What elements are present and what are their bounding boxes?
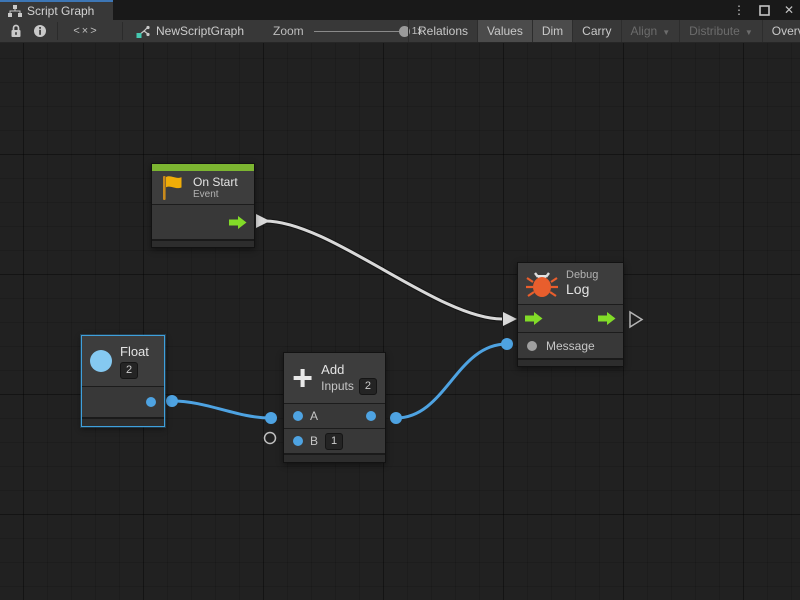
flow-output-hint-triangle[interactable]	[630, 312, 642, 327]
node-title: Log	[566, 281, 598, 298]
wire-control-start-arrow	[256, 214, 270, 228]
code-view-icon[interactable]: <×>	[66, 20, 106, 42]
value-output-port[interactable]	[366, 411, 376, 421]
message-input-port[interactable]	[527, 341, 537, 351]
dim-button[interactable]: Dim	[532, 20, 572, 42]
wires-layer	[0, 43, 800, 600]
graph-asset-chip[interactable]: NewScriptGraph	[136, 20, 244, 42]
chevron-down-icon: ▼	[662, 28, 670, 37]
wire-endpoint-dot	[390, 412, 402, 424]
value-port-row	[82, 386, 164, 417]
node-footer	[152, 239, 254, 247]
node-footer	[518, 358, 623, 366]
node-float[interactable]: Float 2	[81, 335, 165, 427]
node-title: On Start	[193, 175, 238, 189]
node-header: Float 2	[82, 336, 164, 386]
port-label: B	[310, 434, 318, 448]
node-header: On Start Event	[152, 171, 254, 204]
wire-endpoint-dot	[501, 338, 513, 350]
toolbar-buttons: Relations Values Dim Carry Align ▼ Distr…	[408, 20, 800, 42]
wire-control-shadow	[265, 221, 502, 319]
wire-endpoint-dot	[265, 412, 277, 424]
node-add[interactable]: Add Inputs 2 A B 1	[283, 352, 386, 463]
carry-button[interactable]: Carry	[572, 20, 620, 42]
relations-button[interactable]: Relations	[408, 20, 477, 42]
message-port-row: Message	[518, 332, 623, 358]
node-title: Float	[120, 344, 149, 360]
align-label: Align	[631, 24, 658, 38]
titlebar: Script Graph ⋮ ✕	[0, 0, 800, 20]
node-subtitle: Event	[193, 189, 238, 201]
info-icon[interactable]	[30, 20, 50, 42]
wire-control-end-arrow	[503, 312, 517, 326]
value-input-hint-circle[interactable]	[265, 433, 276, 444]
flow-port-row	[152, 204, 254, 239]
flag-icon	[160, 175, 185, 201]
wire-value-float-to-add[interactable]	[172, 401, 271, 418]
align-dropdown[interactable]: Align ▼	[621, 20, 680, 42]
lock-icon[interactable]	[6, 20, 26, 42]
flow-output-port[interactable]	[598, 312, 616, 325]
port-b-value-field[interactable]: 1	[325, 433, 343, 450]
menu-icon[interactable]: ⋮	[733, 3, 745, 17]
distribute-dropdown[interactable]: Distribute ▼	[679, 20, 762, 42]
node-title: Add	[321, 362, 377, 378]
flow-port-row	[518, 304, 623, 332]
port-row-b: B 1	[284, 428, 385, 453]
overview-button[interactable]: Overview	[762, 20, 800, 42]
distribute-label: Distribute	[689, 24, 740, 38]
node-surtitle: Debug	[566, 269, 598, 281]
graph-toolbar: <×> NewScriptGraph Zoom 1x Relations Val…	[0, 20, 800, 43]
graph-canvas[interactable]: On Start Event Debug	[0, 43, 800, 600]
plus-icon	[292, 365, 313, 391]
zoom-slider[interactable]	[314, 31, 406, 32]
node-on-start[interactable]: On Start Event	[151, 163, 255, 248]
wire-endpoint-dot	[166, 395, 178, 407]
inputs-label: Inputs	[321, 379, 354, 393]
event-accent-bar	[152, 164, 254, 171]
toolbar-divider	[122, 22, 123, 40]
window-controls: ⋮ ✕	[733, 0, 794, 20]
bug-icon	[526, 269, 558, 299]
values-button[interactable]: Values	[477, 20, 532, 42]
input-port-b[interactable]	[293, 436, 303, 446]
flow-input-port[interactable]	[525, 312, 543, 325]
close-icon[interactable]: ✕	[784, 3, 794, 17]
zoom-control: Zoom 1x	[273, 20, 422, 42]
port-label: A	[310, 409, 318, 423]
wire-value-add-to-debug[interactable]	[396, 344, 507, 418]
port-label: Message	[546, 339, 595, 353]
graph-name: NewScriptGraph	[156, 24, 244, 38]
wire-control[interactable]	[265, 221, 502, 319]
maximize-icon[interactable]	[759, 5, 770, 16]
node-header: Debug Log	[518, 263, 623, 304]
input-port-a[interactable]	[293, 411, 303, 421]
chevron-down-icon: ▼	[745, 28, 753, 37]
node-footer	[82, 417, 164, 426]
tab-script-graph[interactable]: Script Graph	[0, 0, 113, 20]
node-footer	[284, 453, 385, 462]
tab-title: Script Graph	[27, 4, 94, 18]
node-debug-log[interactable]: Debug Log Message	[517, 262, 624, 367]
inputs-count-field[interactable]: 2	[359, 378, 377, 395]
hierarchy-icon	[8, 5, 22, 17]
value-output-port[interactable]	[146, 397, 156, 407]
float-value-field[interactable]: 2	[120, 362, 138, 379]
script-graph-window: Script Graph ⋮ ✕ <×>	[0, 0, 800, 600]
flow-output-port[interactable]	[229, 216, 247, 229]
node-header: Add Inputs 2	[284, 353, 385, 403]
graph-asset-icon	[136, 25, 150, 38]
toolbar-divider	[57, 22, 58, 40]
zoom-label: Zoom	[273, 24, 304, 38]
float-type-icon	[90, 350, 112, 372]
port-row-a: A	[284, 403, 385, 428]
